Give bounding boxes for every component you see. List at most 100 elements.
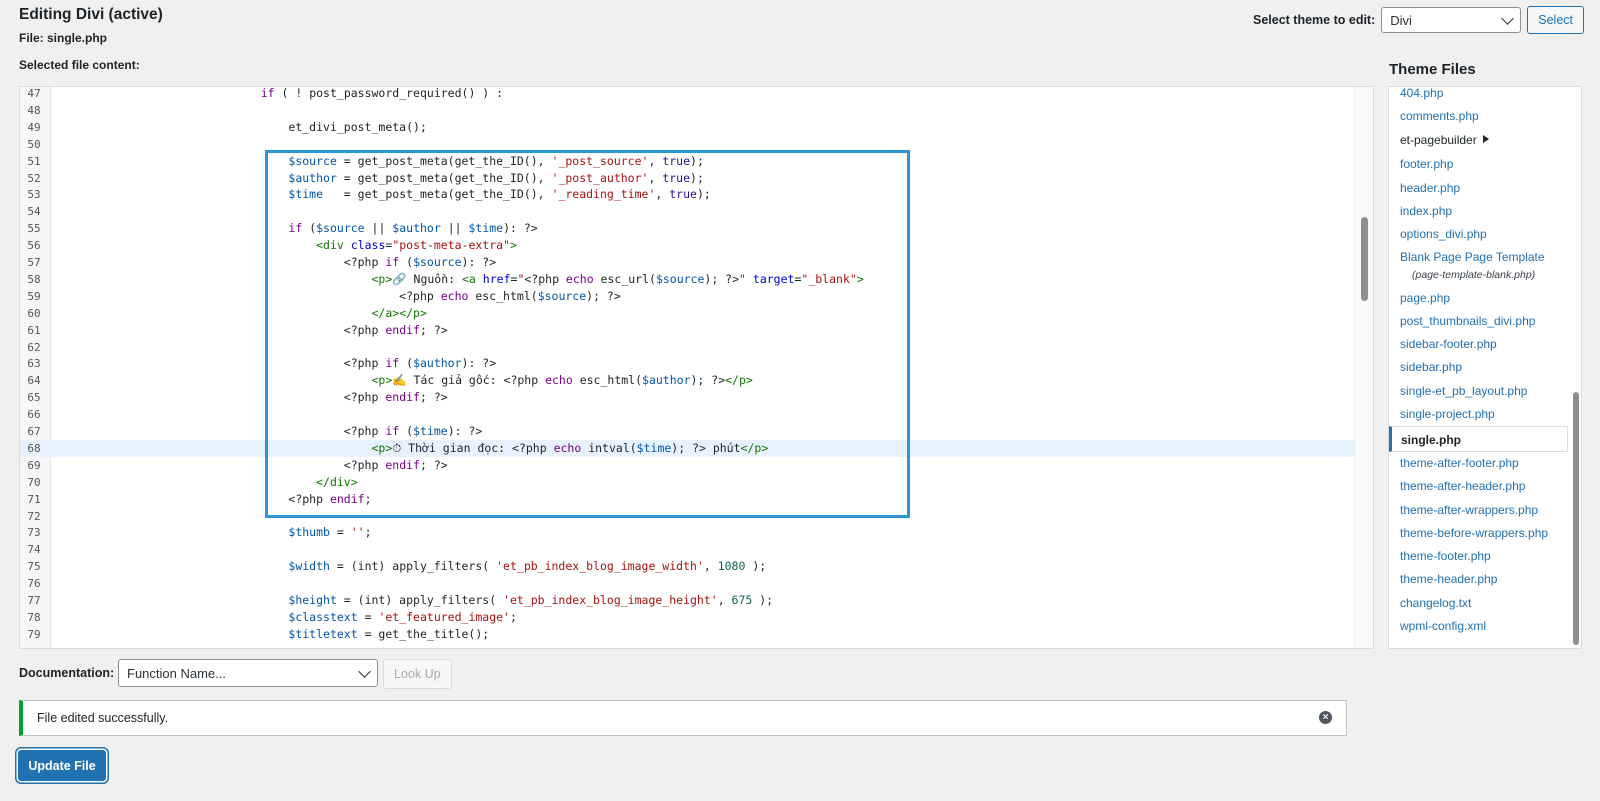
code-line[interactable]: 48 <box>20 102 1355 119</box>
code-line[interactable]: 79 $titletext = get_the_title(); <box>20 626 1355 643</box>
code-line[interactable]: 73 $thumb = ''; <box>20 524 1355 541</box>
select-theme-button[interactable]: Select <box>1527 6 1584 34</box>
code-line[interactable]: 66 <box>20 406 1355 423</box>
file-item[interactable]: Blank Page Page Template (page-template-b… <box>1400 250 1545 281</box>
file-item-label: options_divi.php <box>1400 227 1487 241</box>
line-number: 52 <box>27 171 41 185</box>
code-text: </div> <box>316 474 358 489</box>
file-item[interactable]: theme-after-footer.php <box>1400 456 1519 470</box>
code-line[interactable]: 74 <box>20 541 1355 558</box>
code-line[interactable]: 49 et_divi_post_meta(); <box>20 119 1355 136</box>
file-item[interactable]: page.php <box>1400 291 1450 305</box>
file-item[interactable]: footer.php <box>1400 157 1453 171</box>
file-list-scrollbar-thumb[interactable] <box>1573 392 1579 645</box>
code-line[interactable]: 62 <box>20 339 1355 356</box>
code-line[interactable]: 50 <box>20 136 1355 153</box>
code-text: <?php endif; <box>53 491 372 506</box>
code-line[interactable]: 70 </div> <box>20 474 1355 491</box>
code-line[interactable]: 54 <box>20 203 1355 220</box>
theme-select[interactable]: Divi <box>1381 7 1522 33</box>
selected-content-label: Selected file content: <box>19 58 140 72</box>
code-text: $thumb = ''; <box>288 525 372 540</box>
code-line[interactable]: 67 <?php if ($time): ?> <box>20 423 1355 440</box>
line-number: 70 <box>27 475 41 489</box>
file-item[interactable]: comments.php <box>1400 109 1479 123</box>
file-item[interactable]: theme-after-header.php <box>1400 479 1525 493</box>
code-line[interactable]: 60 </a></p> <box>20 305 1355 322</box>
line-number: 76 <box>27 577 41 591</box>
file-item[interactable]: changelog.txt <box>1400 596 1471 610</box>
file-item[interactable]: index.php <box>1400 204 1452 218</box>
file-item[interactable]: options_divi.php <box>1400 227 1487 241</box>
code-line[interactable]: 71 <?php endif; <box>20 491 1355 508</box>
file-item-label: Blank Page Page Template <box>1400 250 1545 264</box>
theme-select-label: Select theme to edit: <box>1253 13 1376 27</box>
editor-scrollbar[interactable] <box>1354 87 1373 648</box>
theme-select-value: Divi <box>1390 12 1412 28</box>
line-number: 68 <box>27 441 41 455</box>
code-line[interactable]: 76 <box>20 575 1355 592</box>
file-item-label: theme-footer.php <box>1400 549 1491 563</box>
notice-text: File edited successfully. <box>37 711 169 725</box>
code-line[interactable]: 77 $height = (int) apply_filters( 'et_pb… <box>20 592 1355 609</box>
code-line[interactable]: 52 $author = get_post_meta(get_the_ID(),… <box>20 170 1355 187</box>
file-item[interactable]: theme-header.php <box>1400 572 1497 586</box>
line-number: 79 <box>27 627 41 641</box>
code-line[interactable]: 51 $source = get_post_meta(get_the_ID(),… <box>20 153 1355 170</box>
code-line[interactable]: 47 if ( ! post_password_required() ) : <box>20 87 1355 102</box>
file-item-current[interactable]: single.php <box>1389 426 1568 452</box>
code-line[interactable]: 75 $width = (int) apply_filters( 'et_pb_… <box>20 558 1355 575</box>
code-line[interactable]: 68 <p>⏱ Thời gian đọc: <?php echo intval… <box>20 439 1355 457</box>
file-item[interactable]: header.php <box>1400 181 1460 195</box>
code-line[interactable]: 78 $classtext = 'et_featured_image'; <box>20 609 1355 626</box>
file-list-scrollbar[interactable] <box>1569 87 1581 648</box>
line-number: 47 <box>27 87 41 100</box>
code-line[interactable]: 57 <?php if ($source): ?> <box>20 254 1355 271</box>
file-item-label: comments.php <box>1400 109 1479 123</box>
code-line[interactable]: 63 <?php if ($author): ?> <box>20 355 1355 372</box>
line-number: 50 <box>27 137 41 151</box>
file-item[interactable]: sidebar-footer.php <box>1400 337 1497 351</box>
file-item[interactable]: theme-footer.php <box>1400 549 1491 563</box>
line-number: 60 <box>27 306 41 320</box>
file-item[interactable]: sidebar.php <box>1400 360 1462 374</box>
editor-scrollbar-thumb[interactable] <box>1361 217 1368 301</box>
dismiss-notice-icon[interactable]: × <box>1319 711 1332 724</box>
line-number: 72 <box>27 509 41 523</box>
file-item-label: theme-header.php <box>1400 572 1498 586</box>
code-line[interactable]: 59 <?php echo esc_html($source); ?> <box>20 288 1355 305</box>
line-number: 49 <box>27 120 41 134</box>
line-number: 65 <box>27 391 41 405</box>
file-item[interactable]: theme-before-wrappers.php <box>1400 526 1548 540</box>
file-item[interactable]: single-et_pb_layout.php <box>1400 384 1527 398</box>
code-editor[interactable]: 47 if ( ! post_password_required() ) :48… <box>19 86 1374 649</box>
code-line[interactable]: 72 <box>20 508 1355 525</box>
file-item-label: sidebar.php <box>1400 360 1463 374</box>
update-file-button[interactable]: Update File <box>18 750 106 781</box>
code-text: </a></p> <box>371 305 427 320</box>
file-item[interactable]: 404.php <box>1400 87 1443 100</box>
file-item[interactable]: wpml-config.xml <box>1400 619 1486 633</box>
line-number: 53 <box>27 188 41 202</box>
code-line[interactable]: 65 <?php endif; ?> <box>20 389 1355 406</box>
code-line[interactable]: 58 <p>🔗 Nguồn: <a href="<?php echo esc_u… <box>20 271 1355 288</box>
line-number: 57 <box>27 256 41 269</box>
file-item[interactable]: post_thumbnails_divi.php <box>1400 314 1535 328</box>
code-text: <?php if ($author): ?> <box>53 356 497 371</box>
file-item-label: page.php <box>1400 291 1451 305</box>
code-line[interactable]: 69 <?php endif; ?> <box>20 457 1355 474</box>
file-item-label: index.php <box>1400 204 1453 218</box>
code-line[interactable]: 55 if ($source || $author || $time): ?> <box>20 220 1355 237</box>
documentation-function-select[interactable]: Function Name... <box>118 659 378 687</box>
file-item[interactable]: single-project.php <box>1400 407 1495 421</box>
look-up-button[interactable]: Look Up <box>383 659 452 689</box>
line-number: 48 <box>27 103 41 117</box>
line-number: 73 <box>27 526 41 540</box>
folder-item[interactable]: et-pagebuilder <box>1400 133 1489 147</box>
code-line[interactable]: 53 $time = get_post_meta(get_the_ID(), '… <box>20 186 1355 203</box>
code-line[interactable]: 56 <div class="post-meta-extra"> <box>20 237 1355 254</box>
code-line[interactable]: 64 <p>✍️ Tác giả gốc: <?php echo esc_htm… <box>20 372 1355 389</box>
file-item[interactable]: theme-after-wrappers.php <box>1400 503 1538 517</box>
code-line[interactable]: 61 <?php endif; ?> <box>20 322 1355 339</box>
theme-files-list: 404.php comments.php et-pagebuilder footer.… <box>1388 86 1582 649</box>
